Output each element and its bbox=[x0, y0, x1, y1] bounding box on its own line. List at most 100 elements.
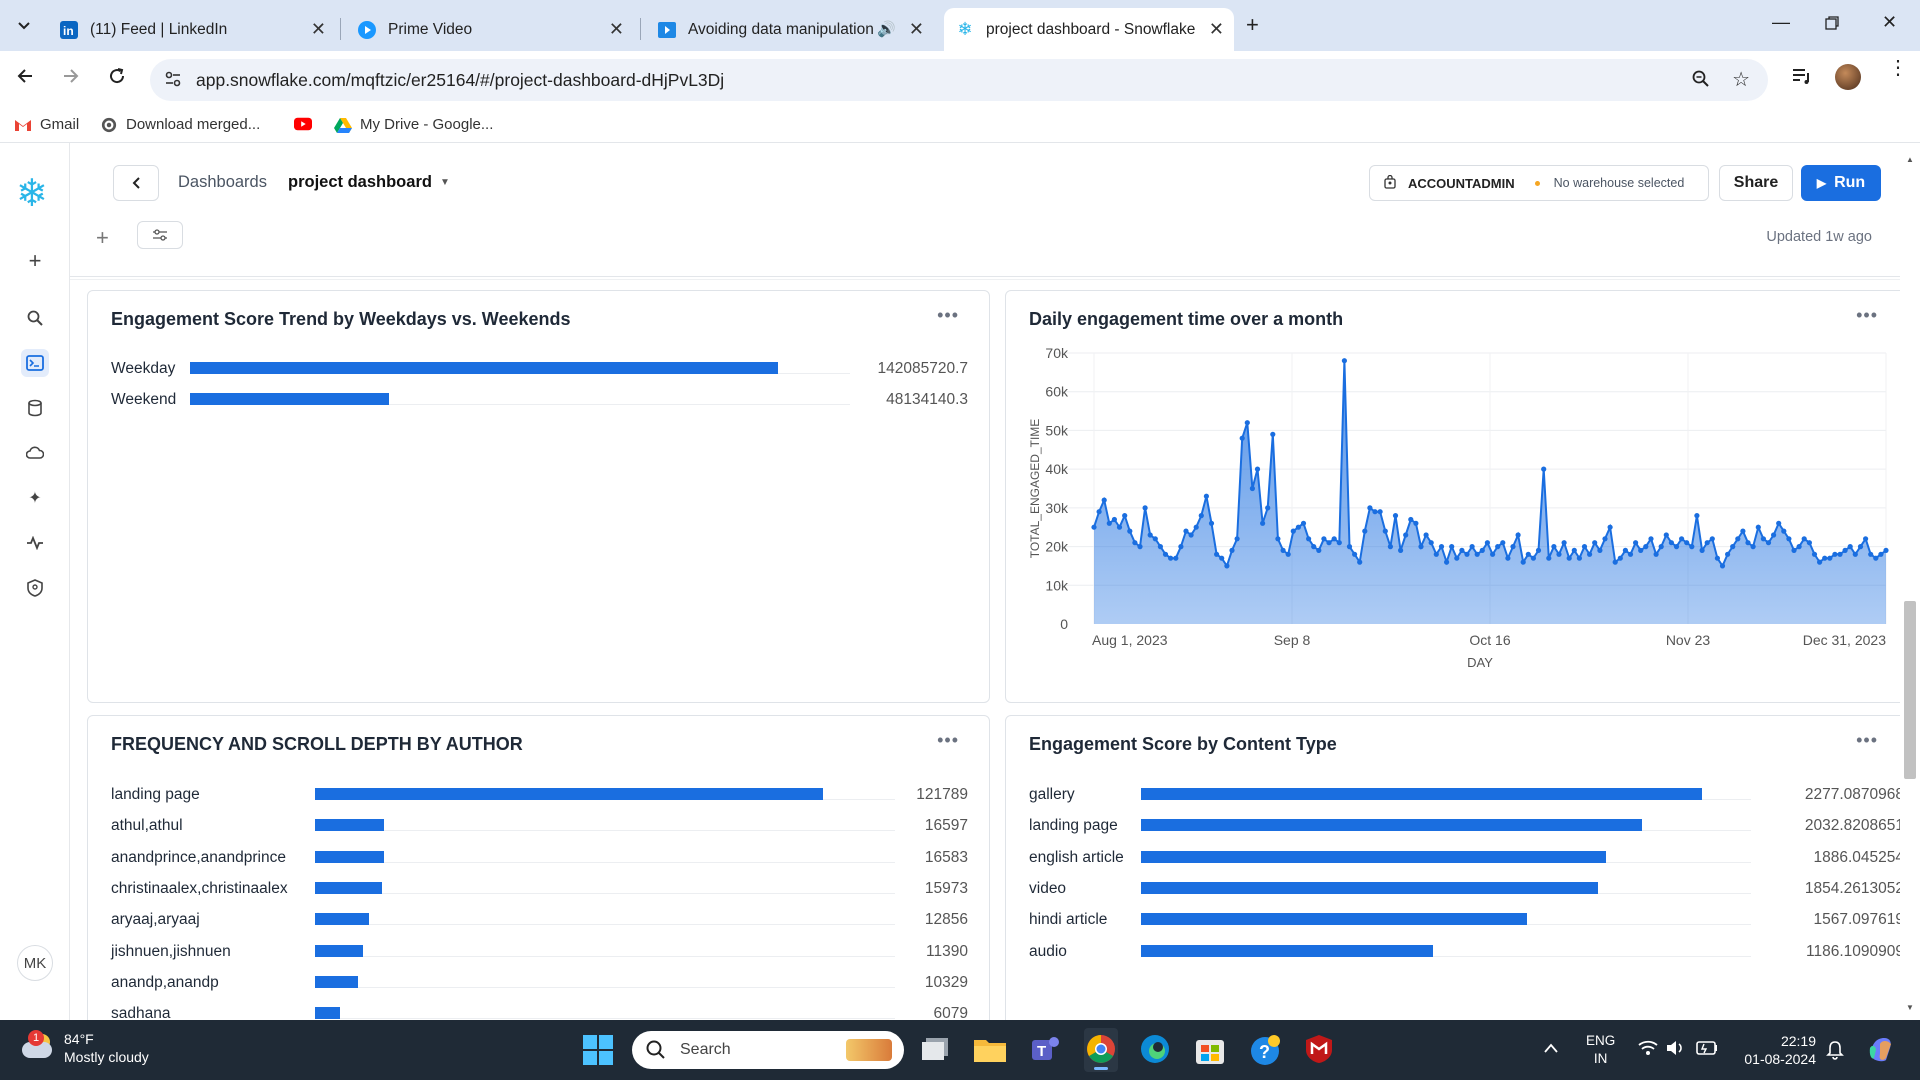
add-tile-button[interactable]: + bbox=[96, 225, 109, 251]
run-button[interactable]: ▶ Run bbox=[1801, 165, 1881, 201]
edge-icon[interactable] bbox=[1140, 1034, 1170, 1069]
projects-icon[interactable] bbox=[21, 349, 49, 377]
chrome-icon[interactable] bbox=[1084, 1028, 1118, 1072]
minimize-button[interactable]: — bbox=[1772, 12, 1790, 33]
search-icon[interactable] bbox=[21, 304, 49, 332]
bar-row[interactable]: jishnuen,jishnuen 11390 bbox=[88, 940, 991, 964]
user-avatar[interactable]: MK bbox=[17, 945, 53, 981]
store-icon[interactable] bbox=[1196, 1034, 1224, 1069]
task-view-icon[interactable] bbox=[922, 1036, 952, 1062]
tab-snowflake[interactable]: ❄ project dashboard - Snowflake ✕ bbox=[944, 8, 1234, 51]
bar-row[interactable]: Weekday 142085720.7 bbox=[88, 357, 991, 381]
role-warehouse-selector[interactable]: ACCOUNTADMIN No warehouse selected bbox=[1369, 165, 1709, 201]
bar-row[interactable]: Weekend 48134140.3 bbox=[88, 388, 991, 412]
file-explorer-icon[interactable] bbox=[974, 1036, 1006, 1067]
scroll-down-arrow[interactable]: ▼ bbox=[1906, 1003, 1914, 1012]
copilot-icon[interactable] bbox=[1866, 1034, 1896, 1069]
tile-weekday-weekend[interactable]: Engagement Score Trend by Weekdays vs. W… bbox=[87, 290, 990, 703]
bar[interactable] bbox=[315, 819, 385, 832]
ai-sparkle-icon[interactable]: ✦ bbox=[21, 484, 49, 512]
bar-row[interactable]: anandprince,anandprince 16583 bbox=[88, 846, 991, 870]
bar[interactable] bbox=[1141, 881, 1598, 894]
bar[interactable] bbox=[315, 788, 823, 800]
scrollbar-thumb[interactable] bbox=[1904, 601, 1916, 779]
bookmark-download-merged[interactable]: Download merged... bbox=[100, 116, 260, 133]
activity-icon[interactable] bbox=[21, 529, 49, 557]
bar[interactable] bbox=[315, 975, 359, 988]
cloud-icon[interactable] bbox=[21, 439, 49, 467]
bar[interactable] bbox=[1141, 913, 1528, 926]
share-button[interactable]: Share bbox=[1719, 165, 1793, 201]
close-icon[interactable]: ✕ bbox=[909, 19, 924, 40]
create-icon[interactable]: + bbox=[21, 247, 49, 275]
bookmark-youtube[interactable] bbox=[294, 116, 320, 132]
admin-shield-icon[interactable] bbox=[21, 574, 49, 602]
bar[interactable] bbox=[315, 850, 385, 863]
close-icon[interactable]: ✕ bbox=[609, 19, 624, 40]
close-icon[interactable]: ✕ bbox=[311, 19, 326, 40]
reload-button[interactable] bbox=[108, 67, 126, 90]
bar-row[interactable]: gallery 2277.0870968 bbox=[1006, 783, 1920, 807]
more-options-icon[interactable]: ••• bbox=[937, 305, 959, 326]
profile-avatar[interactable] bbox=[1835, 64, 1861, 90]
speaker-icon[interactable]: 🔊 bbox=[877, 20, 896, 38]
notification-bell-icon[interactable] bbox=[1826, 1040, 1844, 1065]
more-options-icon[interactable]: ••• bbox=[1856, 305, 1878, 326]
more-options-icon[interactable]: ••• bbox=[1856, 730, 1878, 751]
data-icon[interactable] bbox=[21, 394, 49, 422]
restore-button[interactable] bbox=[1825, 14, 1839, 35]
bar[interactable] bbox=[315, 913, 369, 926]
mcafee-icon[interactable] bbox=[1305, 1034, 1333, 1069]
bar-row[interactable]: landing page 2032.8208651 bbox=[1006, 814, 1920, 838]
address-bar[interactable]: app.snowflake.com/mqftzic/er25164/#/proj… bbox=[150, 59, 1768, 101]
tab-search-button[interactable] bbox=[12, 14, 36, 38]
more-options-icon[interactable]: ••• bbox=[937, 730, 959, 751]
back-button[interactable] bbox=[113, 165, 159, 201]
bar-row[interactable]: sadhana 6079 bbox=[88, 1002, 991, 1020]
bar-row[interactable]: anandp,anandp 10329 bbox=[88, 971, 991, 995]
bar-row[interactable]: christinaalex,christinaalex 15973 bbox=[88, 877, 991, 901]
breadcrumb-dashboards[interactable]: Dashboards bbox=[178, 173, 267, 192]
volume-icon[interactable] bbox=[1666, 1040, 1684, 1061]
close-icon[interactable]: ✕ bbox=[1209, 19, 1224, 40]
clock[interactable]: 22:19 01-08-2024 bbox=[1734, 1032, 1816, 1068]
close-window-button[interactable]: ✕ bbox=[1882, 12, 1897, 33]
start-button[interactable] bbox=[583, 1035, 613, 1065]
bar[interactable] bbox=[315, 881, 382, 894]
star-icon[interactable]: ☆ bbox=[1732, 67, 1750, 92]
dashboard-title-dropdown[interactable]: project dashboard ▼ bbox=[288, 173, 450, 192]
forward-button[interactable] bbox=[62, 67, 80, 90]
bar-row[interactable]: landing page 121789 bbox=[88, 783, 991, 807]
snowflake-logo[interactable]: ❄ bbox=[16, 175, 48, 213]
scrollbar-track[interactable]: ▲ ▼ bbox=[1900, 143, 1920, 1020]
tile-daily-engagement[interactable]: Daily engagement time over a month ••• 0… bbox=[1005, 290, 1920, 703]
tab-avoiding-data[interactable]: Avoiding data manipulation 🔊 ✕ bbox=[646, 8, 934, 51]
language-indicator[interactable]: ENG IN bbox=[1586, 1032, 1615, 1068]
bar[interactable] bbox=[190, 393, 390, 405]
site-info-icon[interactable] bbox=[164, 70, 182, 93]
wifi-icon[interactable] bbox=[1638, 1040, 1658, 1061]
bar[interactable] bbox=[1141, 944, 1434, 957]
weather-widget[interactable]: 1 84°F Mostly cloudy bbox=[20, 1030, 149, 1066]
tile-content-type[interactable]: Engagement Score by Content Type ••• gal… bbox=[1005, 715, 1920, 1020]
bar[interactable] bbox=[190, 362, 778, 374]
tray-chevron-up-icon[interactable] bbox=[1544, 1040, 1558, 1058]
bar-row[interactable]: hindi article 1567.097619 bbox=[1006, 908, 1920, 932]
bar-row[interactable]: audio 1186.1090909 bbox=[1006, 940, 1920, 964]
zoom-icon[interactable] bbox=[1692, 70, 1710, 93]
tab-linkedin[interactable]: in (11) Feed | LinkedIn ✕ bbox=[48, 8, 336, 51]
teams-icon[interactable]: T bbox=[1030, 1034, 1060, 1069]
tile-author-frequency[interactable]: FREQUENCY AND SCROLL DEPTH BY AUTHOR •••… bbox=[87, 715, 990, 1020]
bookmark-gmail[interactable]: Gmail bbox=[14, 116, 79, 133]
bar-row[interactable]: english article 1886.045254 bbox=[1006, 846, 1920, 870]
bar[interactable] bbox=[315, 1007, 341, 1020]
tab-prime-video[interactable]: Prime Video ✕ bbox=[346, 8, 634, 51]
bar-row[interactable]: aryaaj,aryaaj 12856 bbox=[88, 908, 991, 932]
bar[interactable] bbox=[1141, 819, 1642, 832]
bar-row[interactable]: video 1854.2613052 bbox=[1006, 877, 1920, 901]
bookmark-my-drive[interactable]: My Drive - Google... bbox=[334, 116, 493, 133]
bar[interactable] bbox=[1141, 788, 1702, 800]
taskbar-search[interactable]: Search bbox=[632, 1031, 904, 1069]
battery-icon[interactable] bbox=[1696, 1041, 1718, 1060]
back-button[interactable] bbox=[16, 67, 34, 90]
